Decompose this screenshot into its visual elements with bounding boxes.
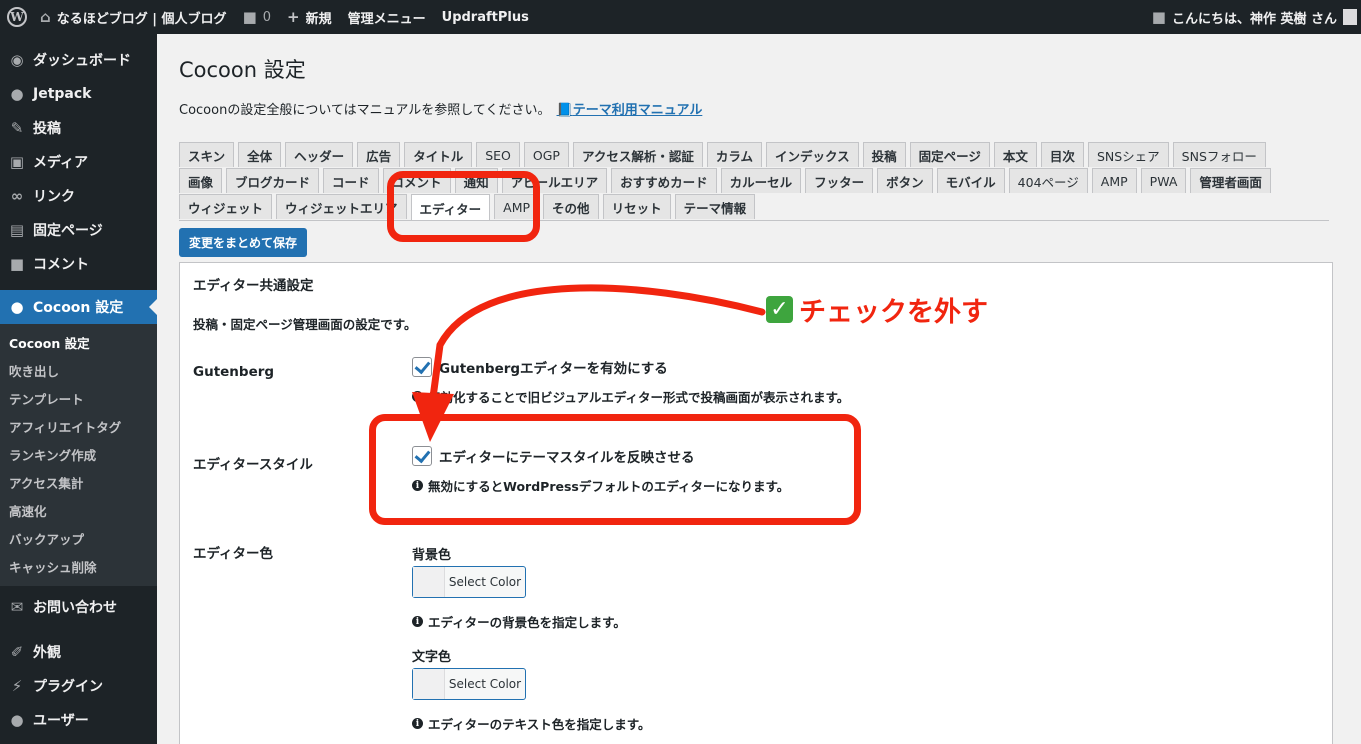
annotation-text: ✓ チェックを外す — [766, 290, 988, 329]
green-check-icon: ✓ — [766, 296, 793, 323]
annotation-arrow-icon — [412, 284, 766, 442]
annotation-label: チェックを外す — [799, 297, 988, 328]
